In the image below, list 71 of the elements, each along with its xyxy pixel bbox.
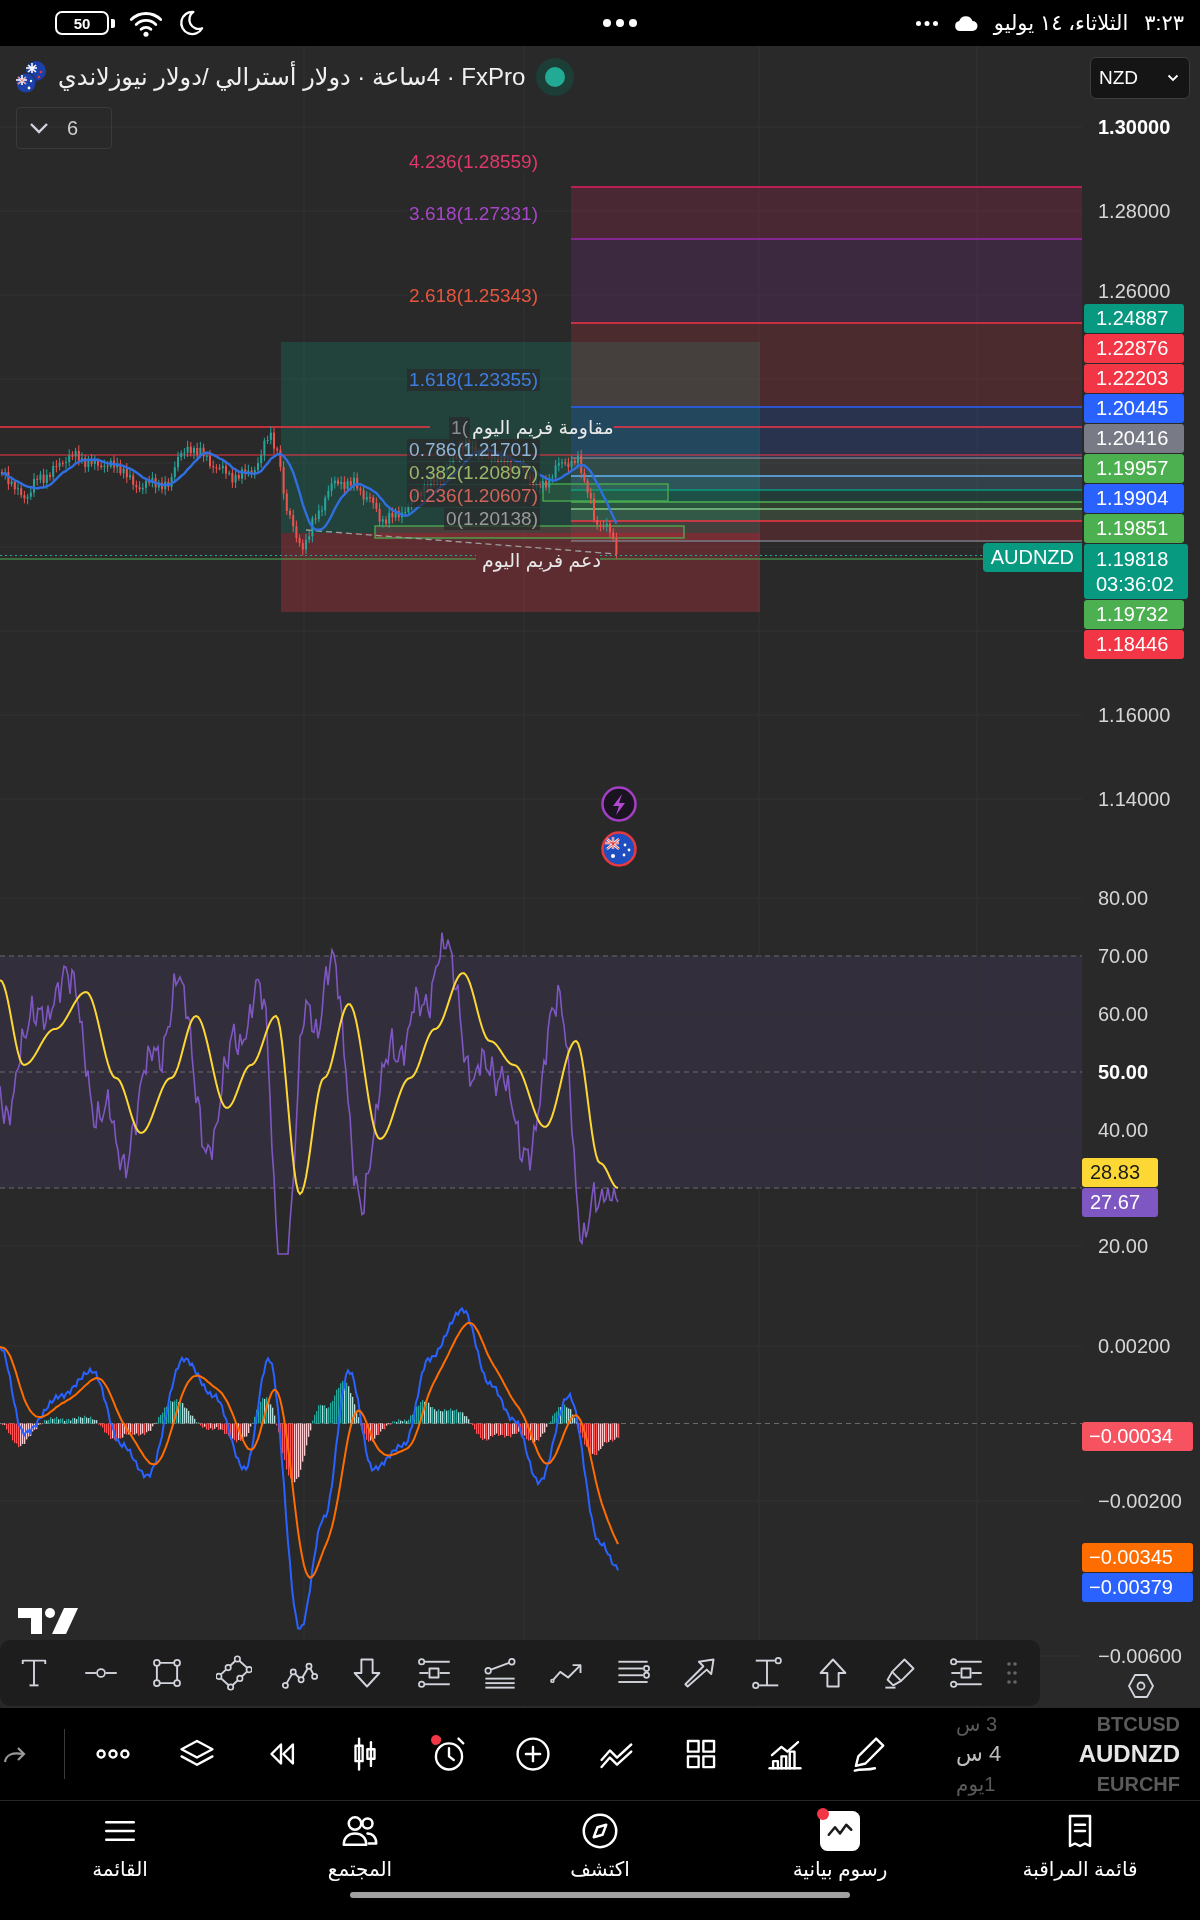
fib-level-label: 0(1.20138) [444, 508, 540, 530]
rsi-axis-label: 40.00 [1098, 1118, 1149, 1142]
labelled-lines-icon[interactable] [948, 1655, 985, 1691]
labelled-lines-icon[interactable] [415, 1655, 452, 1691]
price-axis-label: 1.14000 [1098, 787, 1171, 811]
rsi-axis-label: 60.00 [1098, 1002, 1149, 1026]
interval-label: 4 س [956, 1741, 1003, 1767]
status-date: الثلاثاء، ١٤ يوليو [993, 11, 1129, 35]
macd-axis-label: −0.00600 [1098, 1644, 1182, 1668]
price-tag: 1.19904 [1084, 484, 1184, 513]
price-tag: 1.19732 [1084, 600, 1184, 629]
symbol-option[interactable]: AUDNZD [1050, 1740, 1180, 1768]
price-tag: 1.20445 [1084, 394, 1184, 423]
rsi-axis-label: 50.00 [1098, 1060, 1149, 1084]
fib-level-label: 1.618(1.23355) [407, 369, 540, 391]
more-dots-icon [602, 19, 637, 27]
cloud-icon [953, 15, 978, 31]
price-axis-label: 1.16000 [1098, 703, 1171, 727]
fib-level-label: 0.786(1.21701) [407, 439, 540, 461]
fib-level-label: 1( [449, 417, 470, 439]
lightning-icon[interactable] [601, 786, 637, 822]
rsi-axis-label: 70.00 [1098, 944, 1149, 968]
add-icon[interactable] [514, 1735, 552, 1773]
chart-title[interactable]: FxPro · 4ساعة · دولار أسترالي /دولار نيوزلاندي [58, 63, 526, 91]
more-dots-icon [915, 20, 938, 26]
price-tag: 1.22203 [1084, 364, 1184, 393]
nav-tab[interactable]: القائمة [0, 1801, 240, 1882]
macd-axis-label: −0.00200 [1098, 1489, 1182, 1513]
nav-tab[interactable]: اكتشف [480, 1801, 720, 1882]
fib-level-label: 0.382(1.20897) [407, 462, 540, 484]
macd-value-tag: −0.00345 [1082, 1543, 1193, 1572]
price-tag: 1.19957 [1084, 454, 1184, 483]
macd-value-tag: −0.00379 [1082, 1573, 1193, 1602]
battery-indicator: 50 [55, 11, 115, 35]
fib-level-label: 0.236(1.20607) [407, 485, 540, 507]
price-tag: 1.18446 [1084, 630, 1184, 659]
interval-label: 1يوم [956, 1772, 997, 1796]
price-tag: 1.22876 [1084, 334, 1184, 363]
price-tag: 1.24887 [1084, 304, 1184, 333]
status-time: ٣:٢٣ [1144, 11, 1184, 35]
macd-axis-label: 0.00200 [1098, 1334, 1171, 1358]
flags-icon [14, 60, 48, 94]
rsi-value-tag: 27.67 [1082, 1188, 1158, 1217]
nav-tab[interactable]: المجتمع [240, 1801, 480, 1882]
last-price-value: 1.19818 [1096, 546, 1170, 572]
caret-icon [1167, 74, 1179, 82]
symbol-tag: AUDNZD [982, 543, 1082, 572]
flag-icon[interactable] [601, 831, 637, 867]
rsi-value-tag: 28.83 [1082, 1158, 1158, 1187]
rsi-axis-label: 20.00 [1098, 1234, 1149, 1258]
price-axis-label: 1.30000 [1098, 115, 1171, 139]
price-tag: 1.19851 [1084, 514, 1184, 543]
nav-tab[interactable]: قائمة المراقبة [960, 1801, 1200, 1882]
drag-handle-icon[interactable] [1006, 1661, 1017, 1685]
moon-icon [177, 9, 205, 37]
nav-tab[interactable]: رسوم بيانية [720, 1801, 960, 1882]
price-axis-label: 1.28000 [1098, 199, 1171, 223]
chevron-down-icon [29, 122, 49, 134]
price-axis-label: 1.26000 [1098, 279, 1171, 303]
support-label: دعم فريم اليوم [482, 549, 601, 573]
wifi-icon [129, 9, 163, 37]
indicators-toggle[interactable]: 6 [16, 107, 112, 149]
resistance-label: مقاومة فريم اليوم [472, 416, 614, 440]
settings-icon[interactable] [1128, 1673, 1154, 1699]
logo-icon [18, 1608, 78, 1634]
currency-dropdown[interactable]: NZD [1090, 57, 1190, 99]
rsi-axis-label: 80.00 [1098, 886, 1149, 910]
interval-label: 3 س [956, 1712, 999, 1736]
countdown-timer: 03:36:02 [1096, 571, 1175, 597]
price-tag: 1.20416 [1084, 424, 1184, 453]
macd-value-tag: −0.00034 [1082, 1422, 1193, 1451]
